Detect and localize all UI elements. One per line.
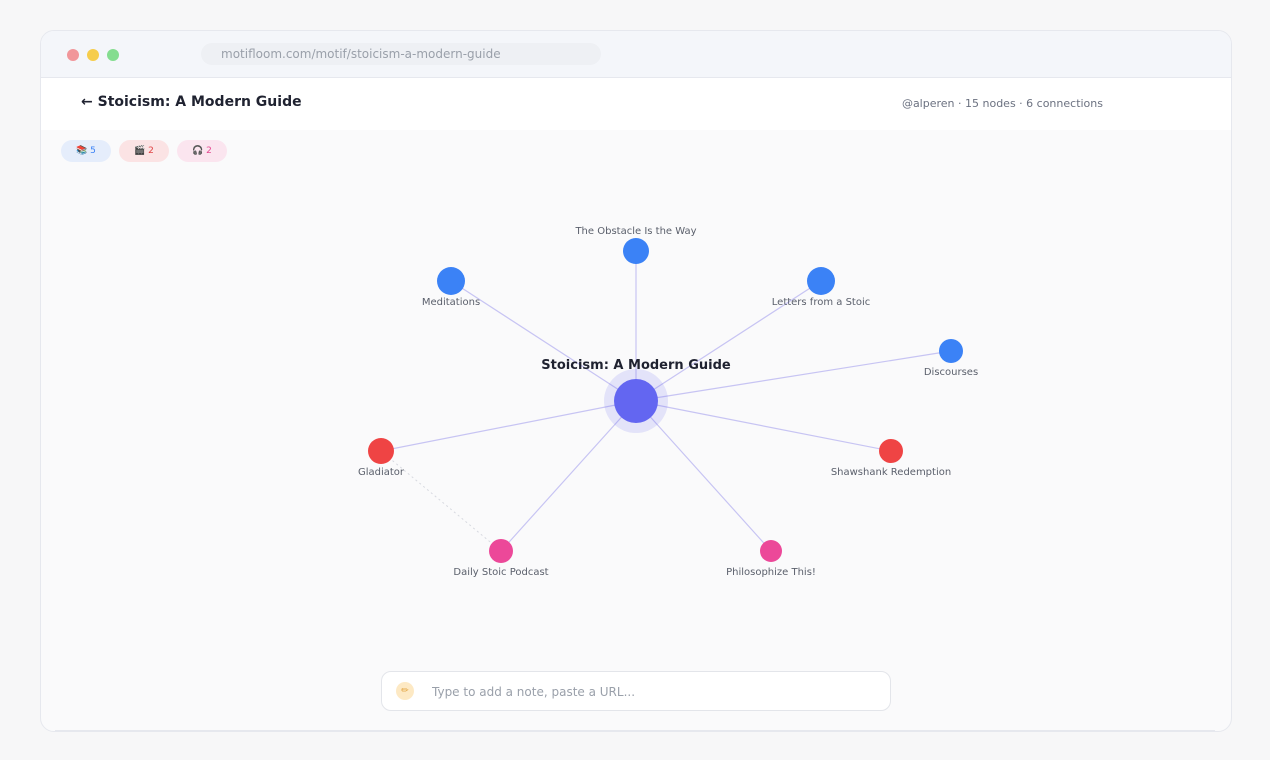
note-composer[interactable]: ✏ (381, 671, 891, 712)
edge-gladiator-daily-stoic (380, 450, 502, 552)
graph-node-book[interactable] (807, 267, 835, 295)
graph-node-book[interactable] (437, 267, 465, 295)
graph-center-node[interactable] (614, 379, 658, 423)
browser-window: motifloom.com/motif/stoicism-a-modern-gu… (40, 30, 1232, 732)
graph-center-label: Stoicism: A Modern Guide (541, 358, 731, 373)
graph-node-label: The Obstacle Is the Way (575, 226, 697, 237)
graph-node-label: Discourses (923, 367, 979, 378)
pencil-icon: ✏ (396, 682, 414, 700)
motif-graph (368, 238, 963, 563)
graph-node-book[interactable] (623, 238, 649, 264)
graph-node-label: Gladiator (357, 467, 405, 478)
divider (55, 730, 1215, 731)
graph-node-book[interactable] (939, 339, 963, 363)
graph-node-film[interactable] (368, 438, 394, 464)
graph-node-film[interactable] (879, 439, 903, 463)
graph-node-podcast[interactable] (489, 539, 513, 563)
note-input[interactable] (430, 672, 874, 712)
graph-node-label: Philosophize This! (726, 567, 816, 578)
graph-node-label: Letters from a Stoic (771, 297, 871, 308)
graph-node-label: Daily Stoic Podcast (453, 567, 549, 578)
graph-node-label: Shawshank Redemption (830, 467, 952, 478)
graph-node-podcast[interactable] (760, 540, 782, 562)
graph-node-label: Meditations (421, 297, 481, 308)
